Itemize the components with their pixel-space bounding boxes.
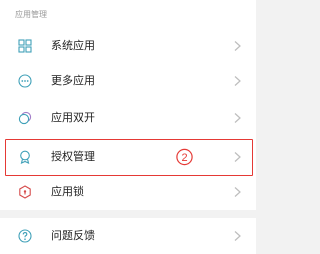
feedback-card: 问题反馈 <box>0 218 256 254</box>
row-feedback[interactable]: 问题反馈 <box>0 218 256 254</box>
row-label: 授权管理 <box>51 150 95 163</box>
row-label: 应用锁 <box>51 185 84 198</box>
row-more-apps[interactable]: 更多应用 <box>0 63 256 99</box>
row-system-apps[interactable]: 系统应用 <box>0 28 256 64</box>
app-lock-icon <box>19 185 31 199</box>
row-dual-apps[interactable]: 应用双开 <box>0 100 256 136</box>
row-label: 应用双开 <box>51 111 95 124</box>
row-label: 更多应用 <box>51 74 95 87</box>
chevron-right-icon <box>234 41 241 51</box>
chevron-right-icon <box>234 187 241 197</box>
step-number-text: 2 <box>181 152 187 164</box>
section-title: 应用管理 <box>15 10 47 19</box>
permission-badge-icon <box>20 150 30 164</box>
grid-icon <box>18 39 32 53</box>
step-number-badge: 2 <box>176 148 193 166</box>
feedback-icon <box>18 229 32 243</box>
row-label: 系统应用 <box>51 39 95 52</box>
more-dots-icon <box>18 74 32 88</box>
chevron-right-icon <box>234 76 241 86</box>
chevron-right-icon <box>234 152 241 162</box>
chevron-right-icon <box>234 113 241 123</box>
settings-page: 应用管理 系统应用 更多应用 应用双开 授权管理 2 应用锁 问题反馈 <box>0 0 256 254</box>
chevron-right-icon <box>234 231 241 241</box>
row-app-lock[interactable]: 应用锁 <box>0 174 256 210</box>
app-management-card: 应用管理 系统应用 更多应用 应用双开 授权管理 2 应用锁 <box>0 0 256 210</box>
dual-app-icon <box>18 111 32 125</box>
row-permission-management[interactable]: 授权管理 2 <box>0 139 256 175</box>
row-label: 问题反馈 <box>51 229 95 242</box>
